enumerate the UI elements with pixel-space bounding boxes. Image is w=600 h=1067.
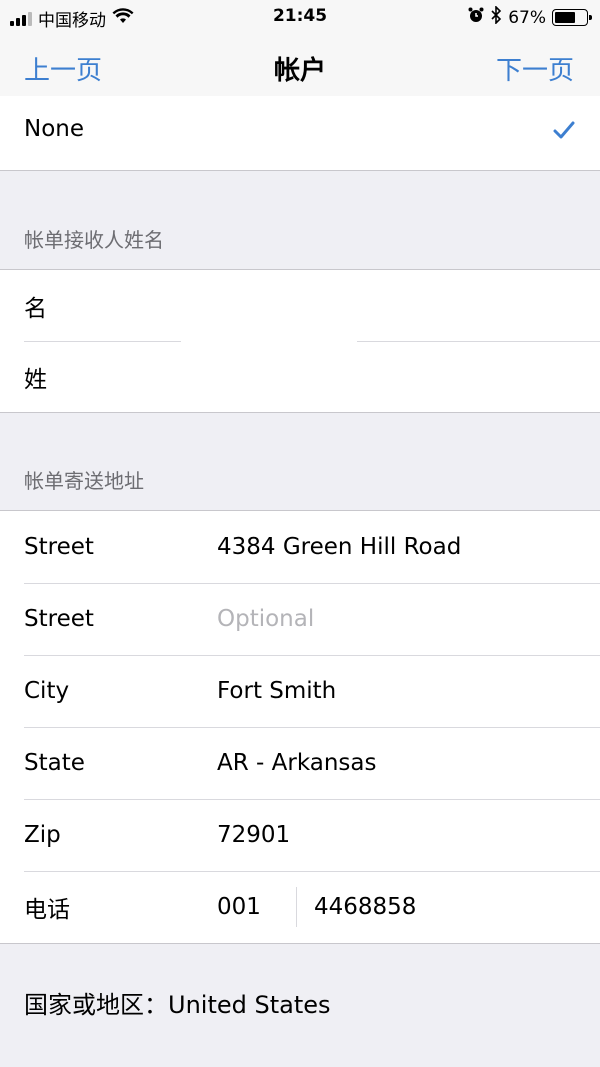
city-field[interactable]: Fort Smith <box>217 678 600 704</box>
last-name-label: 姓 <box>24 366 47 393</box>
street-2-label: Street <box>24 606 94 632</box>
billing-name-header: 帐单接收人姓名 <box>24 228 164 252</box>
last-name-row[interactable]: 姓 <box>0 341 600 412</box>
country-region[interactable]: 国家或地区：United States <box>24 985 331 1020</box>
bluetooth-icon <box>490 5 502 29</box>
selection-group: None <box>0 96 600 171</box>
phone-row[interactable]: 电话 001 4468858 <box>0 871 600 943</box>
city-row[interactable]: City Fort Smith <box>0 655 600 727</box>
divider <box>296 887 297 927</box>
street-2-row[interactable]: Street Optional <box>0 583 600 655</box>
billing-address-group: Street 4384 Green Hill Road Street Optio… <box>0 510 600 944</box>
street-label: Street <box>24 534 94 560</box>
country-label: 国家或地区： <box>24 991 168 1019</box>
street-field[interactable]: 4384 Green Hill Road <box>217 534 600 560</box>
alarm-icon <box>468 7 484 28</box>
zip-label: Zip <box>24 822 61 848</box>
state-label: State <box>24 750 85 776</box>
navigation-bar: 上一页 帐户 下一页 <box>0 34 600 102</box>
selected-option-row[interactable]: None <box>0 96 600 170</box>
street-2-field[interactable]: Optional <box>217 606 600 632</box>
option-label: None <box>24 116 85 142</box>
phone-number-field[interactable]: 4468858 <box>314 894 600 920</box>
previous-page-button[interactable]: 上一页 <box>24 50 102 87</box>
phone-label: 电话 <box>24 897 70 923</box>
phone-area-code-field[interactable]: 001 <box>217 894 296 920</box>
zip-field[interactable]: 72901 <box>217 822 600 848</box>
first-name-row[interactable]: 名 <box>0 270 600 341</box>
zip-row[interactable]: Zip 72901 <box>0 799 600 871</box>
battery-percentage: 67% <box>508 7 546 28</box>
street-row[interactable]: Street 4384 Green Hill Road <box>0 511 600 583</box>
billing-address-header: 帐单寄送地址 <box>24 469 144 493</box>
checkmark-icon <box>552 118 576 142</box>
billing-name-group: 名 姓 <box>0 269 600 413</box>
status-bar: 中国移动 21:45 67% <box>0 0 600 34</box>
state-field[interactable]: AR - Arkansas <box>217 750 600 776</box>
city-label: City <box>24 678 70 704</box>
next-page-button[interactable]: 下一页 <box>496 50 574 87</box>
state-row[interactable]: State AR - Arkansas <box>0 727 600 799</box>
country-value: United States <box>168 991 331 1019</box>
first-name-label: 名 <box>24 295 47 322</box>
battery-icon <box>552 9 592 26</box>
